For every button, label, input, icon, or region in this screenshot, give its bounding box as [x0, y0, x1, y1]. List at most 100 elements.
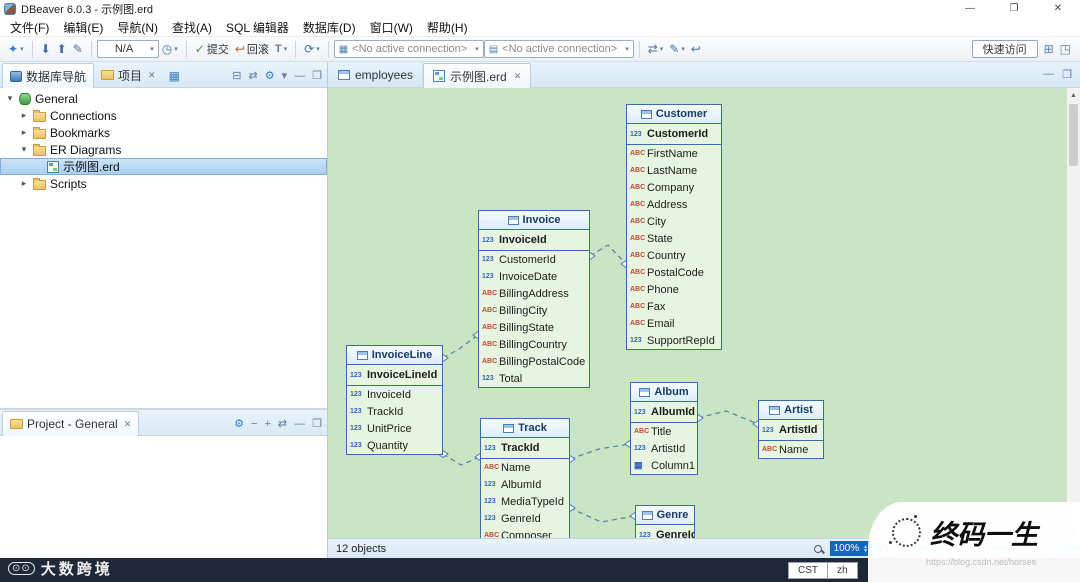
expander-icon[interactable]: ▾: [19, 144, 29, 155]
navigator-tab-projects[interactable]: 项目 ✕: [94, 63, 163, 87]
column-title[interactable]: ABC Title: [631, 423, 697, 440]
tree-item-erd-file[interactable]: 示例图.erd: [0, 158, 327, 175]
project-panel-body[interactable]: [0, 436, 327, 558]
relation-invoiceline-track[interactable]: [442, 453, 481, 466]
link-with-editor-icon[interactable]: ⇄: [278, 419, 287, 430]
column-billingaddress[interactable]: ABC BillingAddress: [479, 285, 589, 302]
quick-access-box[interactable]: 快速访问: [971, 40, 1038, 58]
relation-album-artist[interactable]: [697, 410, 759, 425]
editor-tab-erd[interactable]: 示例图.erd ✕: [423, 63, 532, 88]
edit-button[interactable]: ✎: [70, 39, 86, 59]
column-unitprice[interactable]: 123 UnitPrice: [347, 420, 442, 437]
maximize-view-icon[interactable]: ❐: [312, 71, 322, 82]
tree-item-er-diagrams[interactable]: ▾ ER Diagrams: [0, 141, 327, 158]
minimize-window-button[interactable]: —: [948, 0, 992, 18]
column-quantity[interactable]: 123 Quantity: [347, 437, 442, 454]
back-button[interactable]: ↩: [688, 39, 704, 59]
zoom-out-icon[interactable]: [813, 544, 822, 553]
expander-icon[interactable]: ▸: [19, 127, 29, 138]
dropdown-arrow-icon[interactable]: ▾: [20, 45, 24, 53]
maximize-editor-icon[interactable]: ❐: [1062, 68, 1072, 81]
entity-header[interactable]: Customer: [627, 105, 721, 124]
tools-button[interactable]: ✎ ▾: [666, 39, 688, 59]
scroll-up-icon[interactable]: ▲: [1067, 88, 1080, 102]
collapse-icon[interactable]: −: [251, 419, 257, 430]
canvas-vertical-scrollbar[interactable]: ▲ ▼: [1066, 88, 1080, 538]
column-name[interactable]: ABC Name: [759, 441, 823, 458]
dropdown-arrow-icon[interactable]: ▾: [316, 45, 320, 53]
column-address[interactable]: ABC Address: [627, 196, 721, 213]
column-genreid[interactable]: 123 GenreId: [636, 525, 694, 538]
column-invoiceid[interactable]: 123 InvoiceId: [479, 230, 589, 251]
column-trackid[interactable]: 123 TrackId: [347, 403, 442, 420]
link-editor-button[interactable]: ⇄ ▾: [645, 39, 667, 59]
column-phone[interactable]: ABC Phone: [627, 281, 721, 298]
menu-database[interactable]: 数据库(D): [296, 19, 363, 36]
perspective-icon[interactable]: ◳: [1060, 43, 1071, 55]
column-billingcountry[interactable]: ABC BillingCountry: [479, 336, 589, 353]
transaction-mode-button[interactable]: T ▾: [272, 39, 290, 59]
dropdown-arrow-icon[interactable]: ▾: [150, 45, 154, 53]
column-albumid[interactable]: 123 AlbumId: [481, 476, 569, 493]
expander-icon[interactable]: ▾: [5, 93, 15, 104]
tree-item-general[interactable]: ▾ General: [0, 90, 327, 107]
entity-invoiceline[interactable]: InvoiceLine 123 InvoiceLineId 123 InvoiceId 1…: [346, 345, 443, 455]
column-lastname[interactable]: ABC LastName: [627, 162, 721, 179]
tab-close-icon[interactable]: ✕: [514, 71, 522, 82]
menu-sql-editor[interactable]: SQL 编辑器: [219, 19, 296, 36]
column-billingcity[interactable]: ABC BillingCity: [479, 302, 589, 319]
menu-navigate[interactable]: 导航(N): [110, 19, 165, 36]
rollback-button[interactable]: ↩ 回滚: [232, 39, 272, 59]
column-genreid[interactable]: 123 GenreId: [481, 510, 569, 527]
entity-header[interactable]: Track: [481, 419, 569, 438]
minimize-view-icon[interactable]: —: [294, 71, 305, 82]
project-panel-tab[interactable]: Project - General ✕: [2, 411, 140, 436]
dropdown-arrow-icon[interactable]: ▾: [174, 45, 178, 53]
filter-gear-icon[interactable]: ⚙: [265, 71, 275, 82]
open-perspective-icon[interactable]: ⊞: [1044, 43, 1054, 55]
column-composer[interactable]: ABC Composer: [481, 527, 569, 539]
transaction-timer-button[interactable]: ◷ ▾: [159, 39, 181, 59]
entity-genre[interactable]: Genre 123 GenreId: [635, 505, 695, 538]
column-customerid[interactable]: 123 CustomerId: [479, 251, 589, 268]
column-firstname[interactable]: ABC FirstName: [627, 145, 721, 162]
column-billingpostalcode[interactable]: ABC BillingPostalCode: [479, 353, 589, 370]
minimize-editor-icon[interactable]: —: [1043, 68, 1054, 81]
entity-header[interactable]: InvoiceLine: [347, 346, 442, 365]
expander-icon[interactable]: ▸: [19, 178, 29, 189]
tree-item-bookmarks[interactable]: ▸ Bookmarks: [0, 124, 327, 141]
entity-header[interactable]: Genre: [636, 506, 694, 525]
menu-window[interactable]: 窗口(W): [363, 19, 420, 36]
column-email[interactable]: ABC Email: [627, 315, 721, 332]
tab-close-icon[interactable]: ✕: [148, 70, 156, 81]
erd-canvas[interactable]: Customer 123 CustomerId ABC FirstName ABC Last…: [328, 88, 1080, 538]
column-trackid[interactable]: 123 TrackId: [481, 438, 569, 459]
column-invoicedate[interactable]: 123 InvoiceDate: [479, 268, 589, 285]
column-invoicelineid[interactable]: 123 InvoiceLineId: [347, 365, 442, 386]
settings-gear-icon[interactable]: ⚙: [234, 419, 244, 430]
relation-track-genre[interactable]: [569, 507, 636, 523]
column-company[interactable]: ABC Company: [627, 179, 721, 196]
maximize-window-button[interactable]: ❐: [992, 0, 1036, 18]
column-customerid[interactable]: 123 CustomerId: [627, 124, 721, 145]
relation-track-album[interactable]: [569, 443, 631, 460]
entity-track[interactable]: Track 123 TrackId ABC Name 123 AlbumId 123 Media…: [480, 418, 570, 538]
tree-item-connections[interactable]: ▸ Connections: [0, 107, 327, 124]
refresh-button[interactable]: ⟳ ▾: [301, 39, 323, 59]
panel-grid-icon[interactable]: ▦: [169, 69, 180, 87]
tab-close-icon[interactable]: ✕: [124, 419, 132, 430]
tree-item-scripts[interactable]: ▸ Scripts: [0, 175, 327, 192]
editor-tab-employees[interactable]: employees: [329, 63, 424, 87]
relation-invoice-customer[interactable]: [589, 244, 627, 265]
dropdown-arrow-icon[interactable]: ▾: [660, 45, 664, 53]
open-button[interactable]: ⬆: [54, 39, 70, 59]
dropdown-arrow-icon[interactable]: ▾: [475, 45, 479, 53]
expander-icon[interactable]: ▸: [19, 110, 29, 121]
zoom-level-badge[interactable]: 100% ▲ ▼: [829, 541, 873, 556]
auto-commit-status-combo[interactable]: N/A ▾: [96, 40, 159, 58]
save-button[interactable]: ⬇: [38, 39, 54, 59]
column-albumid[interactable]: 123 AlbumId: [631, 402, 697, 423]
entity-header[interactable]: Album: [631, 383, 697, 402]
column-supportrepid[interactable]: 123 SupportRepId: [627, 332, 721, 349]
menu-file[interactable]: 文件(F): [3, 19, 56, 36]
